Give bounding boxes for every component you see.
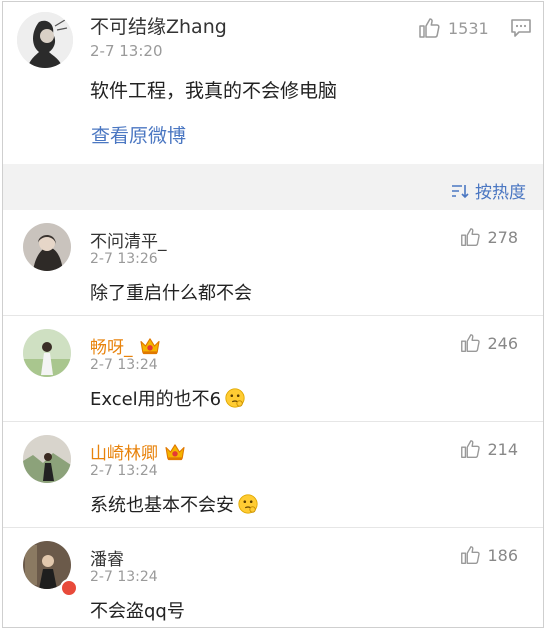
- commenter-name-text: 畅呀_: [90, 338, 133, 358]
- comment-item: 不问清平_ 2-7 13:26 除了重启什么都不会 278: [3, 210, 543, 316]
- post-like-count: 1531: [448, 18, 489, 38]
- comment-text-content: Excel用的也不6: [90, 389, 222, 410]
- comment-like-button[interactable]: 246: [459, 332, 518, 354]
- commenter-name[interactable]: 潘睿: [90, 545, 124, 570]
- commenter-name[interactable]: 不问清平_: [90, 227, 167, 252]
- comment-text: 系统也基本不会安: [90, 491, 259, 517]
- original-post: 不可结缘Zhang 2-7 13:20 软件工程，我真的不会修电脑 查看原微博 …: [3, 2, 543, 164]
- commenter-name[interactable]: 畅呀_: [90, 333, 161, 358]
- comment-time: 2-7 13:26: [90, 251, 158, 267]
- comment-time: 2-7 13:24: [90, 463, 158, 479]
- commenter-avatar[interactable]: [23, 435, 71, 483]
- comment-like-button[interactable]: 186: [459, 544, 518, 566]
- commenter-avatar[interactable]: [23, 223, 71, 271]
- comment-like-button[interactable]: 214: [459, 438, 518, 460]
- comment-like-count: 278: [487, 227, 518, 247]
- comment-time: 2-7 13:24: [90, 569, 158, 585]
- thinking-emoji-icon: [237, 493, 259, 515]
- comment-item: 潘睿 2-7 13:24 不会盗qq号 186: [3, 528, 543, 627]
- commenter-name-text: 潘睿: [90, 550, 124, 570]
- comment-like-count: 214: [487, 439, 518, 459]
- post-author-avatar[interactable]: [17, 12, 73, 68]
- comment-text-content: 系统也基本不会安: [90, 495, 234, 516]
- comment-list: 不问清平_ 2-7 13:26 除了重启什么都不会 278 畅呀_ 2-7 13…: [3, 210, 543, 627]
- verified-badge-icon: [60, 579, 78, 597]
- vip-crown-icon: [139, 337, 161, 355]
- comment-item: 山崎林卿 2-7 13:24 系统也基本不会安 214: [3, 422, 543, 528]
- comment-like-count: 246: [487, 333, 518, 353]
- thumbs-up-icon: [417, 16, 441, 40]
- comment-item: 畅呀_ 2-7 13:24 Excel用的也不6 246: [3, 316, 543, 422]
- post-text: 软件工程，我真的不会修电脑: [90, 80, 338, 102]
- sort-label: 按热度: [475, 183, 526, 203]
- view-original-link[interactable]: 查看原微博: [91, 121, 186, 148]
- comment-like-button[interactable]: 278: [459, 226, 518, 248]
- comment-text: 除了重启什么都不会: [90, 279, 252, 305]
- comment-icon[interactable]: [510, 18, 532, 42]
- comment-time: 2-7 13:24: [90, 357, 158, 373]
- comment-text-content: 除了重启什么都不会: [90, 283, 252, 304]
- sort-icon: [452, 184, 469, 198]
- post-time: 2-7 13:20: [90, 42, 163, 60]
- comment-text: Excel用的也不6: [90, 385, 246, 411]
- commenter-name-text: 山崎林卿: [90, 444, 158, 464]
- commenter-avatar[interactable]: [23, 329, 71, 377]
- comment-text: 不会盗qq号: [90, 597, 185, 623]
- sort-bar: 按热度: [3, 164, 543, 210]
- commenter-name-text: 不问清平_: [90, 232, 167, 252]
- weibo-comment-screen: 不可结缘Zhang 2-7 13:20 软件工程，我真的不会修电脑 查看原微博 …: [2, 1, 544, 628]
- thumbs-up-icon: [459, 332, 481, 354]
- comment-like-count: 186: [487, 545, 518, 565]
- post-author-name[interactable]: 不可结缘Zhang: [90, 12, 227, 39]
- thumbs-up-icon: [459, 226, 481, 248]
- thumbs-up-icon: [459, 438, 481, 460]
- thinking-emoji-icon: [224, 387, 246, 409]
- thumbs-up-icon: [459, 544, 481, 566]
- sort-by-hot-button[interactable]: 按热度: [451, 178, 526, 203]
- comment-text-content: 不会盗qq号: [90, 601, 185, 622]
- commenter-name[interactable]: 山崎林卿: [90, 439, 186, 464]
- vip-crown-icon: [164, 443, 186, 461]
- post-like-button[interactable]: 1531: [417, 16, 489, 40]
